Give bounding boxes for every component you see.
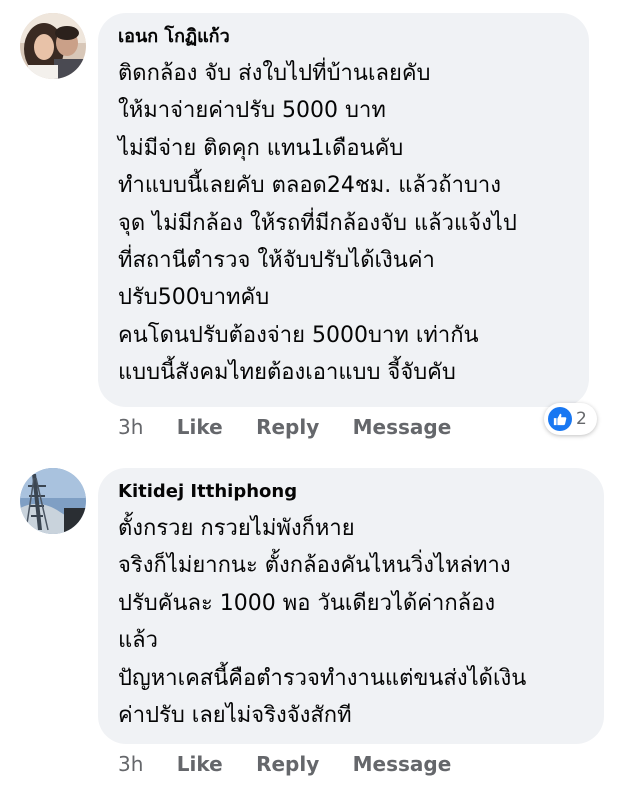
comment-line: ไม่มีจ่าย ติดคุก แทน1เดือนคับ — [118, 135, 404, 161]
reply-button[interactable]: Reply — [256, 752, 319, 776]
comment-bubble: เอนก โกฏิแก้ว ติดกล้อง จับ ส่งใบไปที่บ้า… — [98, 13, 589, 407]
like-button[interactable]: Like — [177, 415, 223, 439]
avatar[interactable] — [20, 13, 86, 79]
comment-text: ตั้งกรวย กรวยไม่พังก็หาย จริงก็ไม่ยากนะ … — [118, 510, 584, 734]
comment-line: แบบนี้สังคมไทยต้องเอาแบบ จี้จับคับ — [118, 360, 456, 386]
avatar[interactable] — [20, 468, 86, 534]
like-reaction-icon — [548, 407, 572, 431]
reaction-count-badge[interactable]: 2 — [544, 403, 597, 435]
comment-line: ที่สถานีตำรวจ ให้จับปรับได้เงินค่า — [118, 248, 435, 274]
like-button[interactable]: Like — [177, 752, 223, 776]
message-button[interactable]: Message — [353, 415, 452, 439]
comment-line: ปัญหาเคสนี้คือตำรวจทำงานแต่ขนส่งได้เงิน — [118, 665, 527, 691]
comment-actions: 3h Like Reply Message — [118, 415, 451, 439]
comment-line: ติดกล้อง จับ ส่งใบไปที่บ้านเลยคับ — [118, 61, 431, 86]
comment-actions: 3h Like Reply Message — [118, 752, 451, 776]
comment-line: จุด ไม่มีกล้อง ให้รถที่มีกล้องจับ แล้วแจ… — [118, 210, 517, 236]
comment-timestamp[interactable]: 3h — [118, 415, 143, 439]
comment-bubble: Kitidej Itthiphong ตั้งกรวย กรวยไม่พังก็… — [98, 468, 604, 744]
comment-line: คนโดนปรับต้องจ่าย 5000บาท เท่ากัน — [118, 322, 479, 348]
comment-line: แล้ว — [118, 628, 159, 654]
comment-author[interactable]: เอนก โกฏิแก้ว — [118, 25, 569, 55]
comment-line: ตั้งกรวย กรวยไม่พังก็หาย — [118, 516, 355, 541]
comment-timestamp[interactable]: 3h — [118, 752, 143, 776]
comment-line: ปรับคันละ 1000 พอ วันเดียวได้ค่ากล้อง — [118, 590, 496, 616]
comment-line: ให้มาจ่ายค่าปรับ 5000 บาท — [118, 98, 386, 124]
comment-author[interactable]: Kitidej Itthiphong — [118, 480, 584, 510]
reply-button[interactable]: Reply — [256, 415, 319, 439]
avatar-photo — [20, 13, 86, 79]
comment-line: ปรับ500บาทคับ — [118, 285, 270, 311]
comment-text: ติดกล้อง จับ ส่งใบไปที่บ้านเลยคับ ให้มาจ… — [118, 55, 569, 392]
comment-line: ทำแบบนี้เลยคับ ตลอด24ชม. แล้วถ้าบาง — [118, 173, 502, 199]
comment-line: จริงก็ไม่ยากนะ ตั้งกล้องคันไหนวิ่งไหล่ทา… — [118, 553, 511, 579]
avatar-photo — [20, 468, 86, 534]
reaction-count: 2 — [576, 409, 587, 429]
comment-line: ค่าปรับ เลยไม่จริงจังสักที — [118, 703, 352, 729]
message-button[interactable]: Message — [353, 752, 452, 776]
